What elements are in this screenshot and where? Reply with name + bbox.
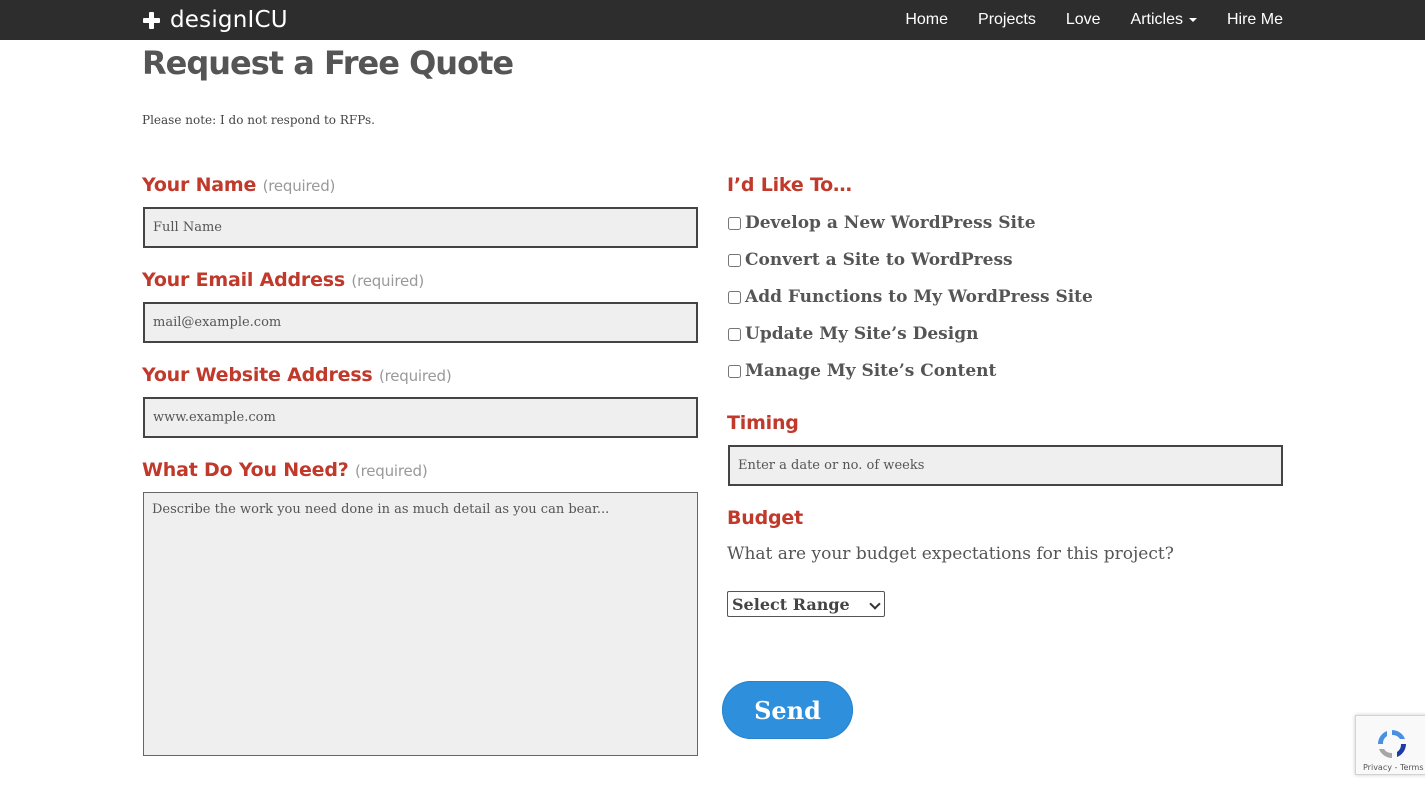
option-label: Develop a New WordPress Site (745, 213, 1036, 233)
recaptcha-terms[interactable]: Privacy - Terms (1363, 763, 1424, 772)
nav-projects[interactable]: Projects (978, 11, 1036, 29)
required-hint: (required) (262, 177, 336, 195)
timing-input[interactable] (728, 445, 1283, 486)
budget-label: Budget (727, 507, 803, 529)
plus-icon (143, 11, 160, 29)
checkbox[interactable] (728, 253, 741, 267)
checkbox[interactable] (728, 290, 741, 304)
recaptcha-badge[interactable]: Privacy - Terms (1355, 715, 1425, 775)
name-label: Your Name (required) (142, 174, 335, 196)
nav-home[interactable]: Home (905, 11, 948, 29)
nav-hire-me[interactable]: Hire Me (1227, 11, 1283, 29)
email-input[interactable] (143, 302, 698, 343)
caret-down-icon (1188, 17, 1197, 22)
nav-articles[interactable]: Articles (1131, 11, 1197, 29)
checkbox[interactable] (728, 216, 741, 230)
nav-love[interactable]: Love (1066, 11, 1101, 29)
like-to-label: I’d Like To… (727, 174, 852, 196)
name-input[interactable] (143, 207, 698, 248)
need-textarea[interactable] (143, 492, 698, 756)
navbar: designICU Home Projects Love Articles Hi… (0, 0, 1425, 40)
option-add-functions[interactable]: Add Functions to My WordPress Site (727, 287, 1093, 307)
need-label: What Do You Need? (required) (142, 459, 428, 481)
chevron-down-icon (869, 598, 881, 610)
budget-select-value: Select Range (732, 594, 850, 614)
brand-logo[interactable]: designICU (143, 5, 288, 35)
option-label: Update My Site’s Design (745, 324, 979, 344)
page-title: Request a Free Quote (142, 44, 514, 82)
required-hint: (required) (378, 367, 452, 385)
timing-label: Timing (727, 412, 799, 434)
option-convert-site[interactable]: Convert a Site to WordPress (727, 250, 1013, 270)
option-develop-new-site[interactable]: Develop a New WordPress Site (727, 213, 1036, 233)
checkbox[interactable] (728, 364, 741, 378)
website-input[interactable] (143, 397, 698, 438)
required-hint: (required) (351, 272, 424, 290)
email-label-text: Your Email Address (142, 269, 345, 291)
need-label-text: What Do You Need? (142, 459, 349, 481)
recaptcha-icon (1378, 730, 1406, 758)
website-label-text: Your Website Address (142, 364, 373, 386)
option-manage-content[interactable]: Manage My Site’s Content (727, 361, 996, 381)
checkbox[interactable] (728, 327, 741, 341)
option-update-design[interactable]: Update My Site’s Design (727, 324, 978, 344)
option-label: Convert a Site to WordPress (745, 250, 1013, 270)
option-label: Manage My Site’s Content (745, 361, 997, 381)
budget-question: What are your budget expectations for th… (727, 544, 1174, 564)
brand-name: designICU (170, 7, 288, 33)
email-label: Your Email Address (required) (142, 269, 424, 291)
name-label-text: Your Name (142, 174, 257, 196)
option-label: Add Functions to My WordPress Site (745, 287, 1093, 307)
website-label: Your Website Address (required) (142, 364, 452, 386)
send-button[interactable]: Send (722, 681, 853, 739)
required-hint: (required) (354, 462, 428, 480)
budget-select[interactable]: Select Range (727, 591, 885, 617)
nav-articles-label: Articles (1130, 11, 1183, 28)
rfp-note: Please note: I do not respond to RFPs. (142, 113, 375, 127)
main-nav: Home Projects Love Articles Hire Me (875, 0, 1283, 40)
